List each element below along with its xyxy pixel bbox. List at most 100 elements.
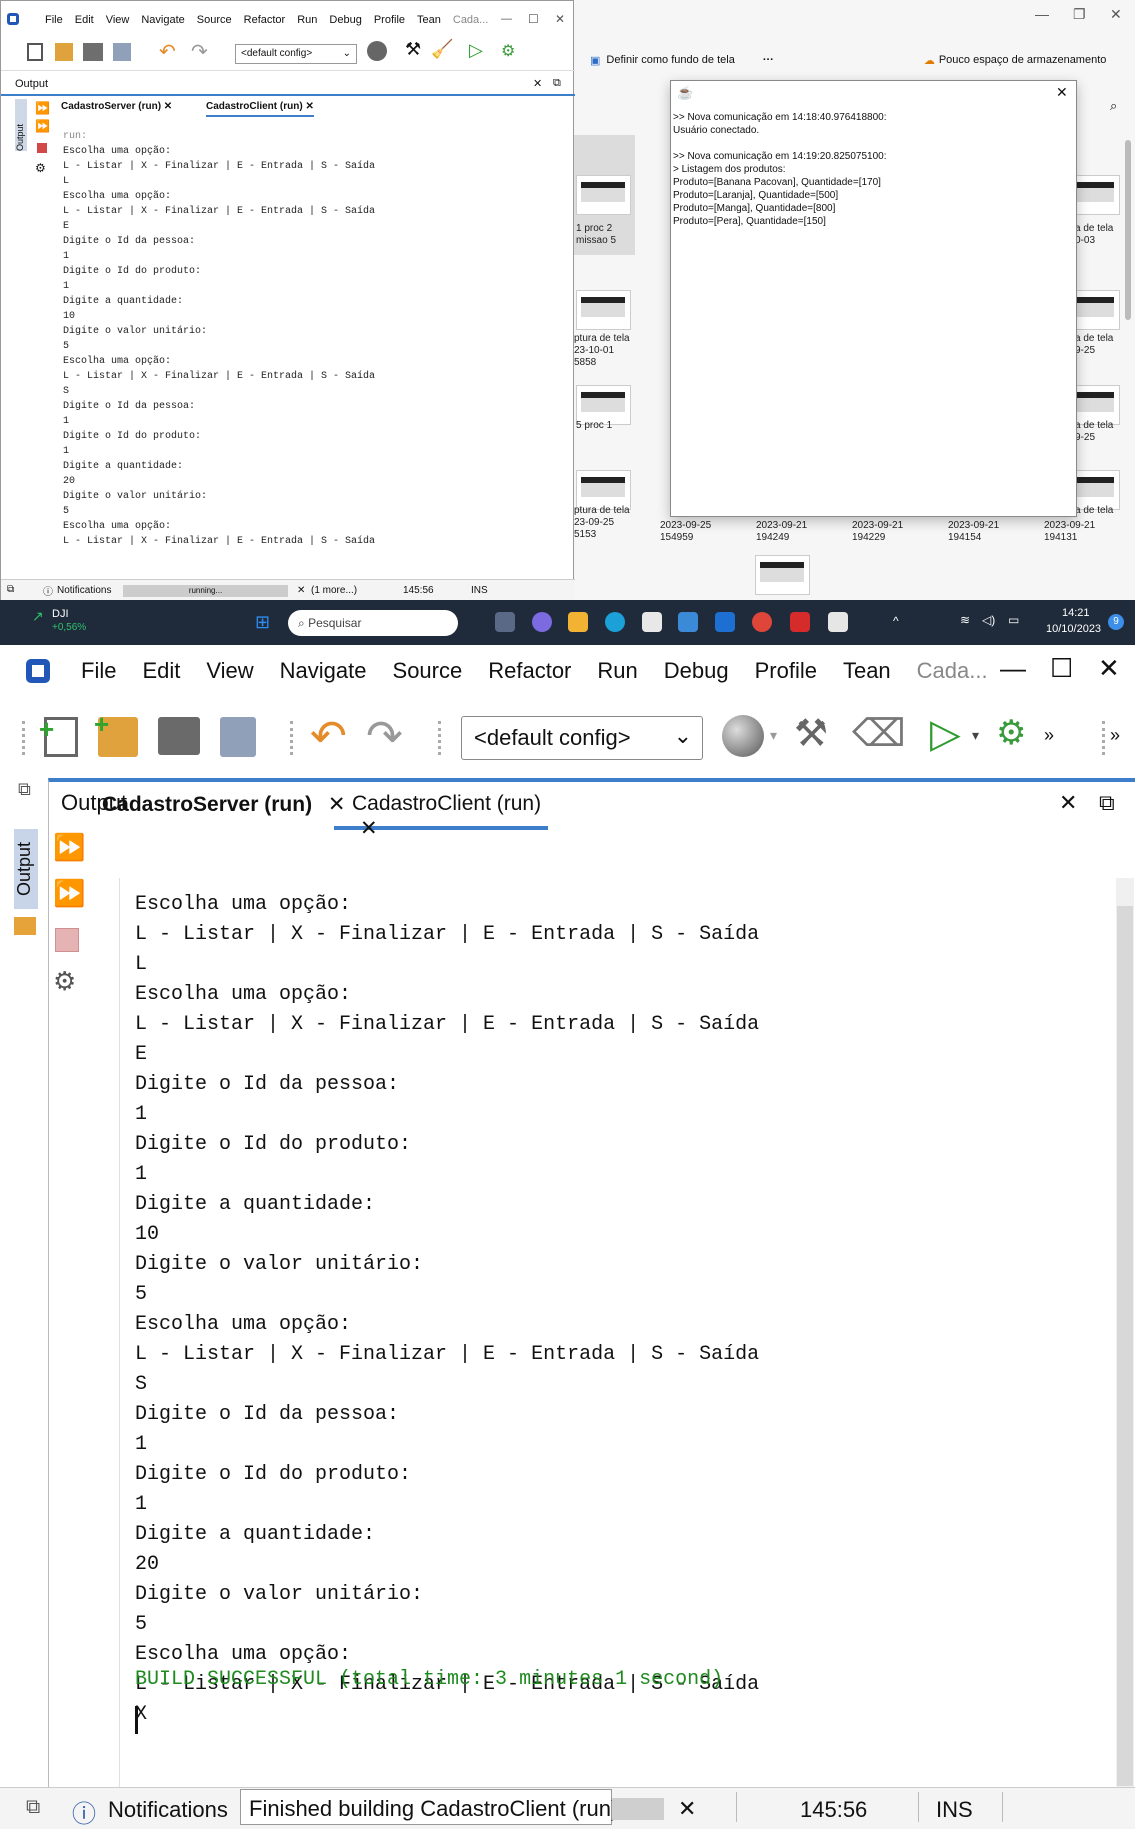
close-icon[interactable]: ✕ [1110, 6, 1122, 23]
stop-icon[interactable] [55, 928, 79, 952]
minimize-icon[interactable]: — [1000, 653, 1026, 684]
new-project-icon[interactable]: + [94, 709, 138, 757]
notification-badge[interactable]: 9 [1108, 614, 1124, 630]
clean-build-icon[interactable]: 🧹 [431, 39, 453, 60]
menu-refactor[interactable]: Refactor [244, 14, 286, 26]
settings-icon[interactable]: ⚙ [53, 966, 76, 997]
app-l-icon[interactable] [715, 612, 735, 632]
undo-icon[interactable]: ↶ [159, 39, 176, 64]
menu-source[interactable]: Source [393, 658, 463, 684]
debug-icon[interactable]: ⚙ [501, 41, 515, 61]
app-icon[interactable] [678, 612, 698, 632]
restore-window-icon[interactable]: ⧉ [18, 779, 31, 800]
scrollbar-thumb[interactable] [1117, 906, 1133, 1786]
run-dropdown-icon[interactable]: ▾ [972, 727, 979, 744]
output-side-tab[interactable]: Output [15, 99, 27, 151]
taskbar-search[interactable]: ⌕ Pesquisar [288, 610, 458, 636]
build-hammer-icon[interactable]: ⚒ [794, 711, 828, 756]
close-tab-icon[interactable]: ✕ [360, 817, 378, 840]
battery-icon[interactable]: ▭ [1008, 613, 1019, 627]
thumbnail[interactable] [755, 555, 810, 595]
menu-profile[interactable]: Profile [374, 14, 405, 26]
scrollbar-track[interactable] [1116, 878, 1134, 1790]
undo-icon[interactable]: ↶ [310, 711, 347, 762]
volume-icon[interactable]: ◁) [982, 613, 995, 627]
open-project-icon[interactable] [83, 43, 103, 61]
output-side-tab[interactable]: Output [14, 829, 38, 909]
menu-debug[interactable]: Debug [664, 658, 729, 684]
storage-warning[interactable]: Pouco espaço de armazenamento [939, 54, 1107, 66]
restore-output-icon[interactable]: ⧉ [553, 77, 561, 90]
tab-cadastro-client[interactable]: CadastroClient (run) ✕ [334, 792, 548, 840]
notifications-label[interactable]: Notifications [108, 1797, 234, 1823]
close-progress-icon[interactable]: ✕ [297, 585, 305, 596]
edge-icon[interactable] [605, 612, 625, 632]
new-file-icon[interactable]: + [39, 714, 78, 757]
open-project-icon[interactable] [158, 717, 200, 755]
rerun-with-config-icon[interactable]: ⏩ [53, 878, 85, 909]
close-icon[interactable]: ✕ [1098, 653, 1120, 684]
tab-cadastro-server[interactable]: CadastroServer (run) ✕ [61, 101, 172, 112]
menu-view[interactable]: View [106, 14, 130, 26]
redo-icon[interactable]: ↷ [366, 711, 403, 762]
close-progress-icon[interactable]: ✕ [678, 1796, 696, 1822]
more-tasks[interactable]: (1 more...) [311, 585, 357, 596]
new-project-icon[interactable] [55, 43, 73, 61]
build-icon[interactable]: ⚒ [405, 39, 421, 60]
chrome-icon[interactable] [752, 612, 772, 632]
search-icon[interactable]: ⌕ [1110, 98, 1117, 114]
menu-source[interactable]: Source [197, 14, 232, 26]
scrollbar[interactable] [1125, 140, 1131, 320]
more-tools-icon[interactable]: » [1044, 725, 1054, 746]
redo-icon[interactable]: ↷ [191, 39, 208, 64]
wifi-icon[interactable]: ≋ [960, 613, 970, 627]
rerun-icon[interactable]: ⏩ [53, 832, 85, 863]
restore-output-icon[interactable]: ⧉ [1099, 790, 1115, 816]
thumbnail[interactable] [576, 290, 631, 330]
close-output-icon[interactable]: ✕ [533, 77, 542, 90]
run-icon[interactable]: ▷ [930, 711, 961, 757]
menu-file[interactable]: File [81, 658, 116, 684]
thumbnail[interactable] [576, 175, 631, 215]
restore-icon[interactable]: ⧉ [26, 1796, 40, 1819]
wallpaper-button[interactable]: Definir como fundo de tela [606, 54, 734, 66]
store-icon[interactable] [642, 612, 662, 632]
clock-time[interactable]: 14:21 [1062, 607, 1090, 619]
save-all-icon[interactable] [220, 717, 256, 757]
new-file-icon[interactable] [27, 43, 43, 61]
close-dialog-icon[interactable]: ✕ [1056, 84, 1068, 101]
close-icon[interactable]: ✕ [555, 12, 565, 26]
acrobat-icon[interactable] [790, 612, 810, 632]
rerun-config-icon[interactable]: ⏩ [35, 119, 50, 133]
menu-edit[interactable]: Edit [75, 14, 94, 26]
globe-icon[interactable] [367, 41, 387, 61]
ticker-name[interactable]: DJI [52, 608, 69, 620]
menu-run[interactable]: Run [297, 14, 317, 26]
restore-icon[interactable]: ❐ [1073, 6, 1086, 23]
thumbnail[interactable] [576, 385, 631, 425]
tab-cadastro-server[interactable]: CadastroServer (run) ✕ [102, 792, 346, 830]
menu-debug[interactable]: Debug [329, 14, 361, 26]
close-output-icon[interactable]: ✕ [1059, 790, 1077, 816]
globe-icon[interactable] [722, 715, 764, 757]
menu-profile[interactable]: Profile [755, 658, 817, 684]
more-button[interactable]: ··· [763, 54, 774, 66]
thumbnail[interactable] [576, 470, 631, 510]
menu-team[interactable]: Tean [843, 658, 891, 684]
config-select[interactable]: <default config> ⌄ [235, 44, 357, 64]
menu-refactor[interactable]: Refactor [488, 658, 571, 684]
rerun-icon[interactable]: ⏩ [35, 101, 50, 115]
clean-build-icon[interactable]: ⌫ [852, 711, 906, 756]
menu-team[interactable]: Tean [417, 14, 441, 26]
maximize-icon[interactable]: ☐ [528, 12, 539, 26]
netbeans-taskbar-icon[interactable] [828, 612, 848, 632]
restore-icon[interactable]: ⧉ [7, 584, 14, 595]
globe-dropdown-icon[interactable]: ▾ [770, 727, 777, 744]
menu-edit[interactable]: Edit [142, 658, 180, 684]
run-icon[interactable]: ▷ [469, 40, 483, 61]
save-all-icon[interactable] [113, 43, 131, 61]
menu-navigate[interactable]: Navigate [141, 14, 184, 26]
config-select[interactable]: <default config> ⌄ [461, 716, 703, 760]
menu-run[interactable]: Run [597, 658, 637, 684]
debug-icon[interactable]: ⚙ [996, 713, 1026, 753]
